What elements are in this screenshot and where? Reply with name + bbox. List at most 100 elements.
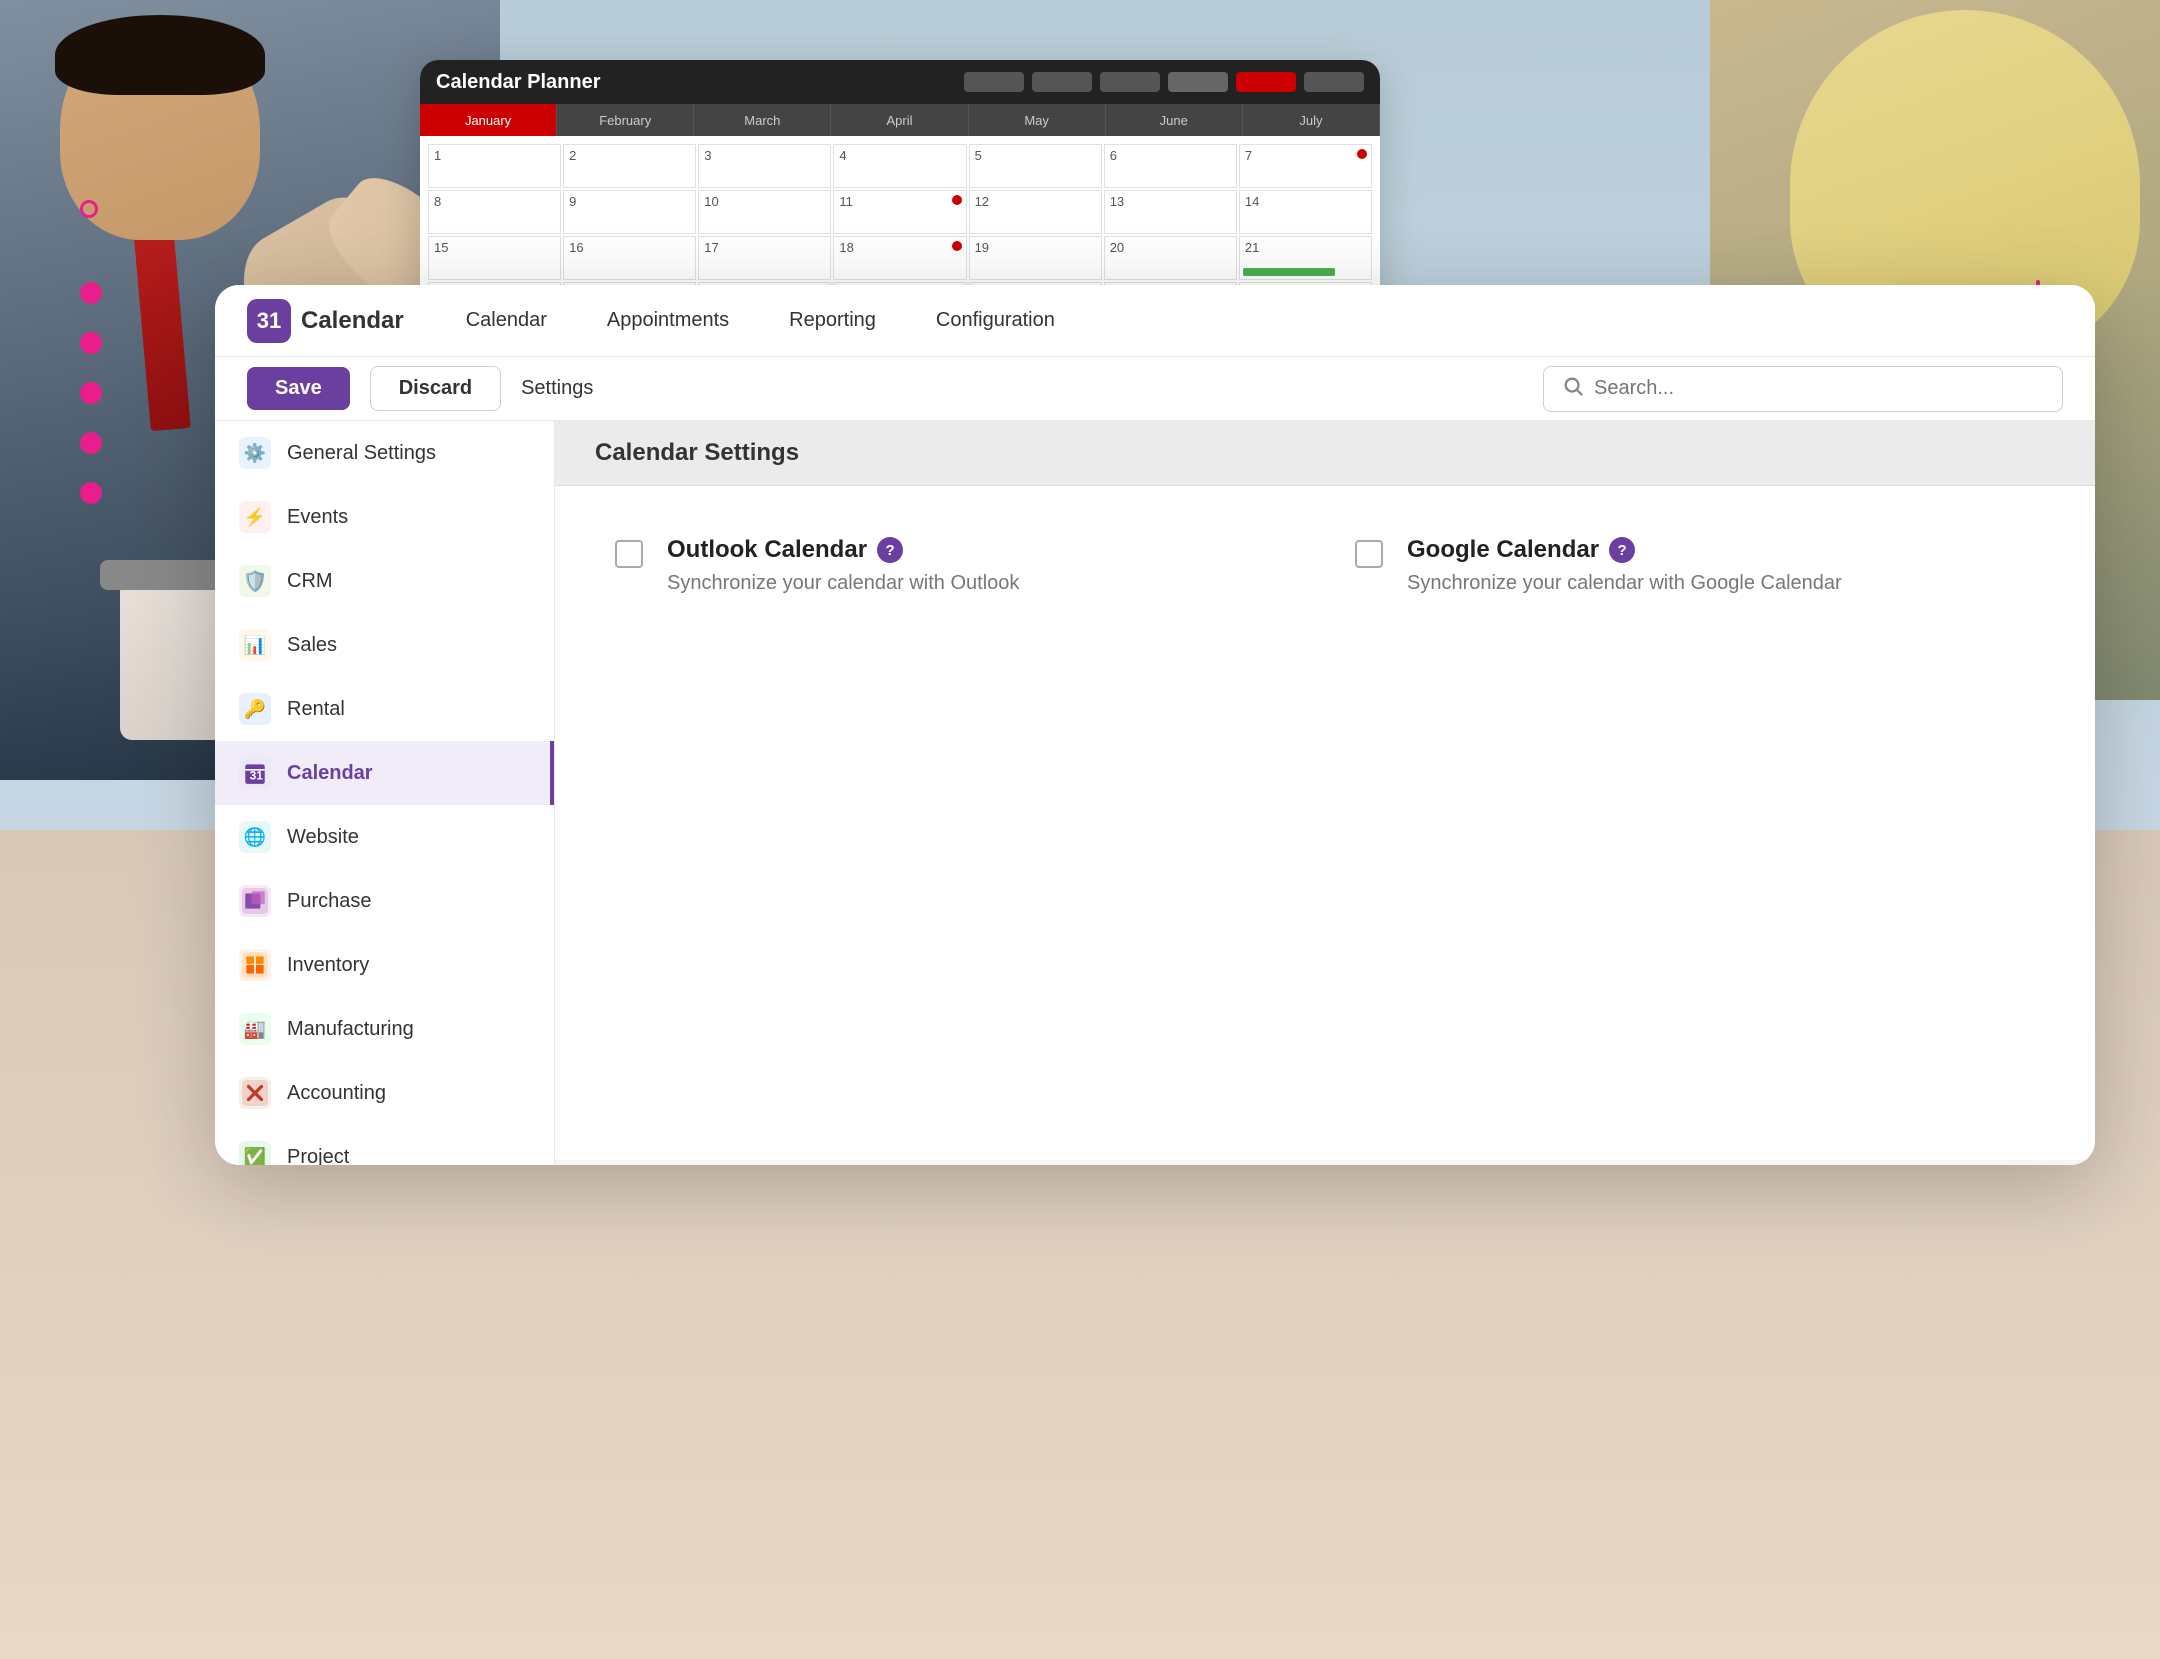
bg-cal-month: February xyxy=(557,104,694,136)
cal-day: 9 xyxy=(563,190,696,234)
outlook-help-icon[interactable]: ? xyxy=(877,537,903,563)
page-title: Settings xyxy=(521,377,593,400)
outlook-calendar-title: Outlook Calendar ? xyxy=(667,536,1019,564)
top-navigation: 31 Calendar Calendar Appointments Report… xyxy=(215,285,2095,357)
cal-day: 15 xyxy=(428,236,561,280)
sidebar-item-project[interactable]: ✅ Project xyxy=(215,1125,554,1165)
outlook-calendar-desc: Synchronize your calendar with Outlook xyxy=(667,572,1019,595)
project-icon: ✅ xyxy=(239,1141,271,1165)
search-icon xyxy=(1562,375,1584,403)
cal-day: 18 xyxy=(833,236,966,280)
sidebar-label-sales: Sales xyxy=(287,634,337,657)
cal-day: 20 xyxy=(1104,236,1237,280)
sidebar-item-purchase[interactable]: Purchase xyxy=(215,869,554,933)
outlook-calendar-checkbox[interactable] xyxy=(615,540,643,568)
inventory-icon xyxy=(239,949,271,981)
decorative-dots xyxy=(80,200,102,532)
sidebar-item-calendar[interactable]: 31 Calendar xyxy=(215,741,554,805)
cal-day: 2 xyxy=(563,144,696,188)
save-button[interactable]: Save xyxy=(247,367,350,410)
sidebar-label-general-settings: General Settings xyxy=(287,442,436,465)
cal-day: 11 xyxy=(833,190,966,234)
bg-cal-month: June xyxy=(1106,104,1243,136)
bg-cal-month: April xyxy=(831,104,968,136)
cal-day: 3 xyxy=(698,144,831,188)
sidebar-item-events[interactable]: ⚡ Events xyxy=(215,485,554,549)
main-settings-content: Calendar Settings Outlook Calendar ? Syn… xyxy=(555,421,2095,1165)
cal-day: 10 xyxy=(698,190,831,234)
sidebar-label-purchase: Purchase xyxy=(287,890,372,913)
events-icon: ⚡ xyxy=(239,501,271,533)
bg-cal-month: March xyxy=(694,104,831,136)
settings-sidebar: ⚙️ General Settings ⚡ Events 🛡️ CRM 📊 Sa… xyxy=(215,421,555,1165)
accounting-icon xyxy=(239,1077,271,1109)
google-calendar-checkbox[interactable] xyxy=(1355,540,1383,568)
sidebar-item-rental[interactable]: 🔑 Rental xyxy=(215,677,554,741)
sidebar-label-manufacturing: Manufacturing xyxy=(287,1018,414,1041)
google-help-icon[interactable]: ? xyxy=(1609,537,1635,563)
bg-cal-title: Calendar Planner xyxy=(436,71,601,94)
calendar-icon: 31 xyxy=(239,757,271,789)
cal-day: 14 xyxy=(1239,190,1372,234)
sidebar-label-crm: CRM xyxy=(287,570,333,593)
sidebar-item-inventory[interactable]: Inventory xyxy=(215,933,554,997)
cal-day: 8 xyxy=(428,190,561,234)
cal-day: 7 xyxy=(1239,144,1372,188)
sidebar-item-crm[interactable]: 🛡️ CRM xyxy=(215,549,554,613)
rental-icon: 🔑 xyxy=(239,693,271,725)
search-input[interactable] xyxy=(1594,377,2044,400)
bg-cal-month: May xyxy=(969,104,1106,136)
google-calendar-title: Google Calendar ? xyxy=(1407,536,1842,564)
sidebar-item-website[interactable]: 🌐 Website xyxy=(215,805,554,869)
sidebar-label-events: Events xyxy=(287,506,348,529)
sidebar-item-manufacturing[interactable]: 🏭 Manufacturing xyxy=(215,997,554,1061)
sidebar-item-accounting[interactable]: Accounting xyxy=(215,1061,554,1125)
sidebar-label-website: Website xyxy=(287,826,359,849)
main-app-card: 31 Calendar Calendar Appointments Report… xyxy=(215,285,2095,1165)
cal-day: 5 xyxy=(969,144,1102,188)
purchase-icon xyxy=(239,885,271,917)
logo-icon: 31 xyxy=(247,299,291,343)
website-icon: 🌐 xyxy=(239,821,271,853)
nav-item-configuration[interactable]: Configuration xyxy=(926,303,1065,338)
logo-text: Calendar xyxy=(301,307,404,335)
discard-button[interactable]: Discard xyxy=(370,366,501,411)
cal-day: 19 xyxy=(969,236,1102,280)
general-settings-icon: ⚙️ xyxy=(239,437,271,469)
sidebar-label-calendar: Calendar xyxy=(287,762,373,785)
toolbar: Save Discard Settings xyxy=(215,357,2095,421)
cal-day: 13 xyxy=(1104,190,1237,234)
sidebar-item-sales[interactable]: 📊 Sales xyxy=(215,613,554,677)
sidebar-label-project: Project xyxy=(287,1146,349,1166)
sidebar-label-inventory: Inventory xyxy=(287,954,369,977)
google-calendar-desc: Synchronize your calendar with Google Ca… xyxy=(1407,572,1842,595)
cal-day: 1 xyxy=(428,144,561,188)
sales-icon: 📊 xyxy=(239,629,271,661)
nav-item-appointments[interactable]: Appointments xyxy=(597,303,739,338)
crm-icon: 🛡️ xyxy=(239,565,271,597)
search-box xyxy=(1543,366,2063,412)
cal-day: 4 xyxy=(833,144,966,188)
cal-day: 6 xyxy=(1104,144,1237,188)
nav-item-reporting[interactable]: Reporting xyxy=(779,303,886,338)
content-body: Outlook Calendar ? Synchronize your cale… xyxy=(555,486,2095,1160)
cal-day: 17 xyxy=(698,236,831,280)
manufacturing-icon: 🏭 xyxy=(239,1013,271,1045)
bg-cal-month-active: January xyxy=(420,104,557,136)
cal-day: 12 xyxy=(969,190,1102,234)
setting-item-google: Google Calendar ? Synchronize your calen… xyxy=(1355,536,2035,595)
cal-day: 21 xyxy=(1239,236,1372,280)
svg-text:31: 31 xyxy=(250,769,264,783)
content-area: ⚙️ General Settings ⚡ Events 🛡️ CRM 📊 Sa… xyxy=(215,421,2095,1165)
settings-grid: Outlook Calendar ? Synchronize your cale… xyxy=(615,536,2035,595)
google-calendar-info: Google Calendar ? Synchronize your calen… xyxy=(1407,536,1842,595)
nav-item-calendar[interactable]: Calendar xyxy=(456,303,557,338)
setting-item-outlook: Outlook Calendar ? Synchronize your cale… xyxy=(615,536,1295,595)
sidebar-item-general-settings[interactable]: ⚙️ General Settings xyxy=(215,421,554,485)
app-logo: 31 Calendar xyxy=(247,299,404,343)
outlook-calendar-info: Outlook Calendar ? Synchronize your cale… xyxy=(667,536,1019,595)
bg-cal-month: July xyxy=(1243,104,1380,136)
sidebar-label-accounting: Accounting xyxy=(287,1082,386,1105)
cal-day: 16 xyxy=(563,236,696,280)
sidebar-label-rental: Rental xyxy=(287,698,345,721)
